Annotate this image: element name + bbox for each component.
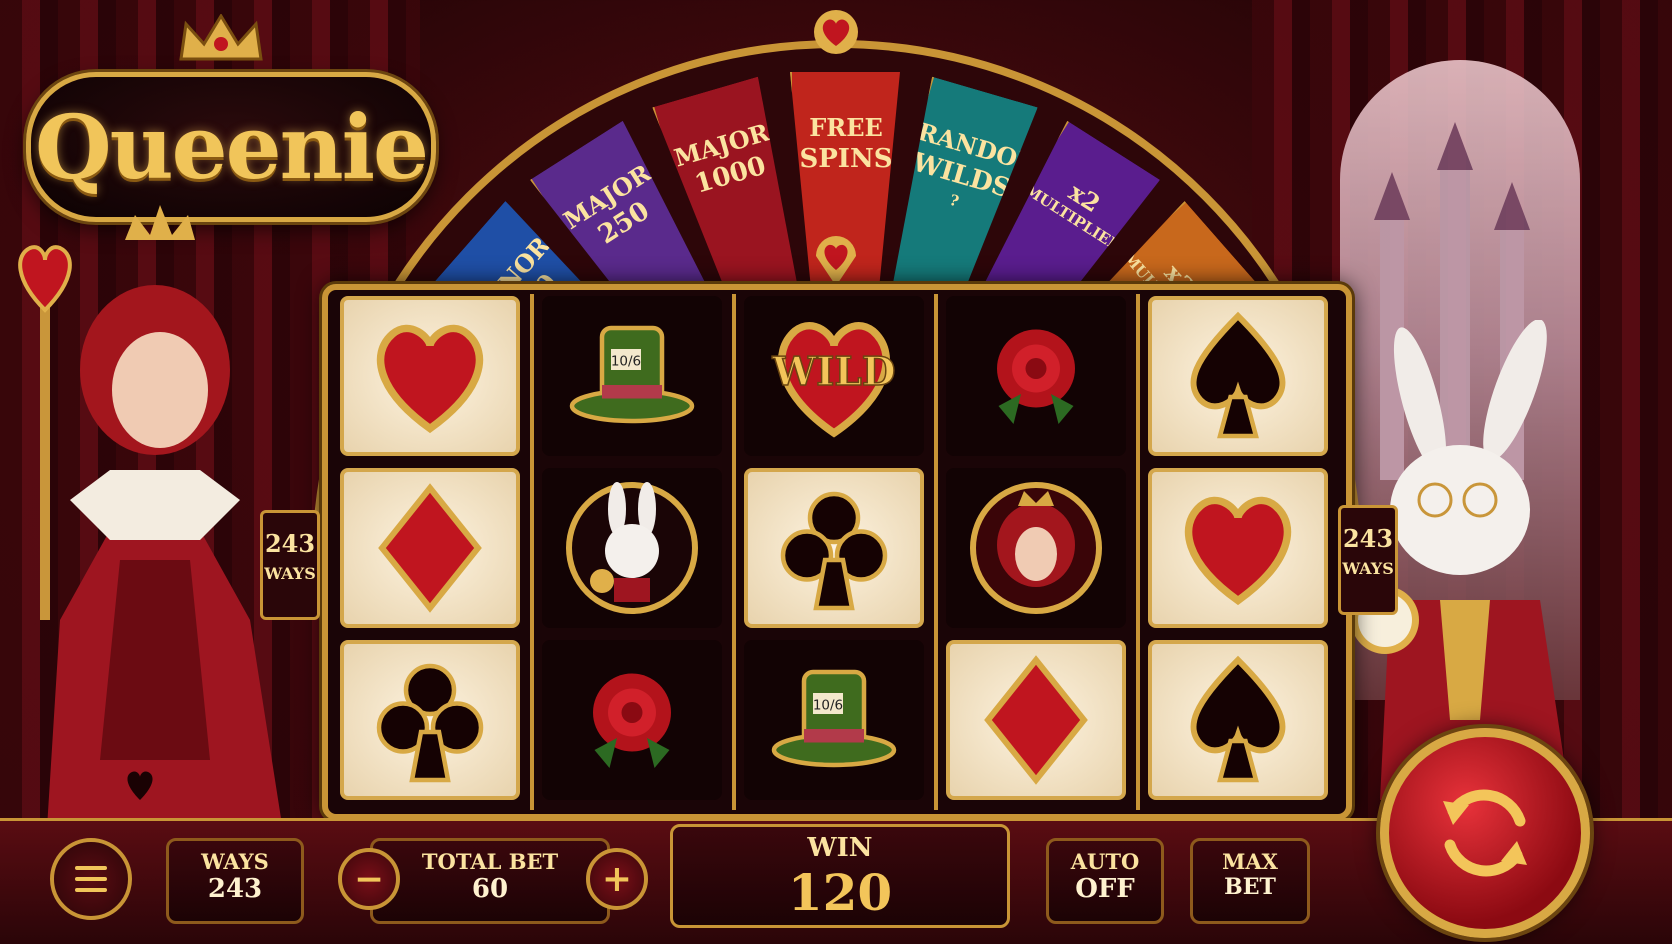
menu-button[interactable] (50, 838, 132, 920)
win-display: WIN 120 (670, 824, 1010, 928)
diamond-icon (984, 655, 1088, 785)
reel-4 (940, 296, 1132, 808)
diamond-icon (378, 483, 482, 613)
reel-symbol-rose (542, 640, 722, 800)
wheel-segment-value: SPINS (799, 144, 893, 174)
win-label: WIN (807, 833, 873, 863)
spin-arrows-icon (1443, 789, 1527, 877)
reel-symbol-queen (946, 468, 1126, 628)
reel-symbol-club (744, 468, 924, 628)
reel-symbol-rose (946, 296, 1126, 456)
hat-icon: 10/6 (771, 669, 897, 768)
increase-bet-button[interactable]: + (586, 848, 648, 910)
ways-tag-label: WAYS (1342, 559, 1394, 578)
ways-label: WAYS (201, 849, 269, 874)
reel-symbol-hat: 10/6 (542, 296, 722, 456)
max-label: MAX (1222, 849, 1278, 874)
reel-divider (934, 294, 938, 810)
reel-2: 10/6 (536, 296, 728, 808)
spade-icon (1190, 655, 1286, 783)
reel-symbol-club (340, 640, 520, 800)
rabbit-icon (566, 482, 698, 614)
heart-icon (1184, 496, 1292, 606)
ways-tag-right: 243 WAYS (1338, 505, 1398, 615)
auto-spin-button[interactable]: AUTO OFF (1046, 838, 1164, 924)
reel-symbol-diamond (946, 640, 1126, 800)
auto-label: AUTO (1070, 849, 1140, 874)
hat-label: 10/6 (611, 354, 641, 370)
reel-divider (732, 294, 736, 810)
max-bet-button[interactable]: MAX BET (1190, 838, 1310, 924)
total-bet-display: TOTAL BET 60 (370, 838, 610, 924)
reel-symbol-wild: WILD (744, 296, 924, 456)
max-bet-label: BET (1224, 874, 1276, 900)
reel-divider (1136, 294, 1140, 810)
heart-icon (376, 324, 484, 434)
spade-icon (1190, 311, 1286, 439)
queen-icon (970, 482, 1102, 614)
spin-button[interactable] (1380, 728, 1590, 938)
reel-divider (530, 294, 534, 810)
reel-1 (334, 296, 526, 808)
ways-tag-number: 243 (1342, 524, 1394, 553)
rose-icon (593, 673, 671, 768)
win-value: 120 (787, 863, 893, 922)
rose-icon (997, 329, 1075, 424)
reel-symbol-diamond (340, 468, 520, 628)
crown-icon (179, 14, 263, 61)
ways-display: WAYS 243 (166, 838, 304, 924)
wheel-pointer-icon (816, 236, 856, 286)
club-icon (376, 663, 484, 783)
reel-3: WILD 10/6 (738, 296, 930, 808)
reel-symbol-heart (1148, 468, 1328, 628)
auto-value: OFF (1075, 874, 1135, 904)
ways-tag-label: WAYS (264, 564, 316, 583)
total-bet-label: TOTAL BET (421, 849, 559, 874)
reel-symbol-spade (1148, 296, 1328, 456)
hat-icon: 10/6 (569, 325, 695, 424)
wild-icon: WILD (771, 322, 896, 438)
hat-label: 10/6 (813, 698, 843, 714)
reel-symbol-heart (340, 296, 520, 456)
decrease-bet-button[interactable]: − (338, 848, 400, 910)
game-title: Queenie (34, 95, 429, 199)
plus-icon: + (601, 858, 633, 900)
ways-tag-left: 243 WAYS (260, 510, 320, 620)
wheel-segment-title: FREE (809, 113, 883, 142)
wild-label: WILD (771, 349, 895, 395)
reel-grid: 10/6 WILD 10/6 (322, 284, 1352, 820)
total-bet-value: 60 (471, 874, 509, 904)
reel-symbol-rabbit (542, 468, 722, 628)
minus-icon: − (353, 858, 385, 900)
reel-5 (1142, 296, 1334, 808)
heart-gem-icon (814, 10, 858, 54)
club-icon (780, 491, 888, 611)
ways-tag-number: 243 (264, 529, 316, 558)
menu-icon (75, 866, 107, 892)
ways-value: 243 (207, 874, 263, 904)
reel-symbol-spade (1148, 640, 1328, 800)
reel-symbol-hat: 10/6 (744, 640, 924, 800)
